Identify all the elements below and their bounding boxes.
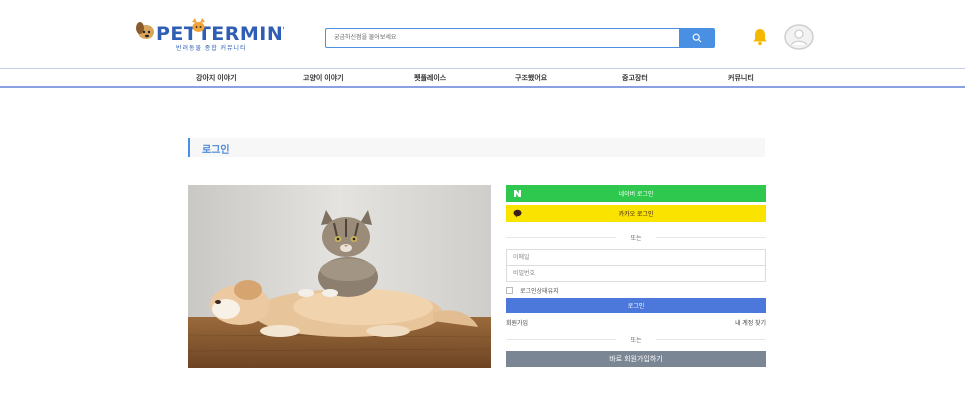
logo-subtitle: 반려동물 종합 커뮤니티 [176, 46, 247, 52]
pets-photo [188, 185, 491, 368]
find-account-link[interactable]: 내 계정 찾기 [735, 318, 766, 327]
nav-item-rescue[interactable]: 구조했어요 [515, 73, 547, 83]
cat-logo-icon [192, 18, 205, 32]
login-title-bar: 로그인 [188, 138, 765, 157]
kakao-chat-icon [513, 209, 522, 218]
nav-item-cat-stories[interactable]: 고양이 이야기 [303, 73, 344, 83]
quick-signup-button[interactable]: 바로 회원가입하기 [506, 351, 766, 367]
nav-item-pet-place[interactable]: 펫플레이스 [414, 73, 446, 83]
cat-and-dog-illustration [188, 185, 491, 368]
search-input[interactable] [325, 28, 679, 48]
kakao-login-button[interactable]: 카카오 로그인 [506, 205, 766, 222]
naver-login-label: 네이버 로그인 [618, 192, 654, 198]
kakao-login-label: 카카오 로그인 [618, 212, 654, 218]
search-icon [692, 33, 702, 43]
signup-link[interactable]: 회원가입 [506, 318, 528, 327]
account-links: 회원가입 내 계정 찾기 [506, 318, 766, 327]
password-field[interactable] [506, 265, 766, 282]
dog-logo-icon [136, 22, 154, 39]
logo-text: PETTERMINT [156, 23, 284, 45]
or-divider-2: 또는 [506, 334, 766, 344]
keep-logged-in-label: 로그인상태유지 [520, 288, 559, 295]
login-button[interactable]: 로그인 [506, 298, 766, 313]
keep-logged-in: 로그인상태유지 [506, 286, 559, 295]
main-nav: 강아지 이야기 고양이 이야기 펫플레이스 구조했어요 중고장터 커뮤니티 [0, 68, 965, 88]
email-field[interactable] [506, 249, 766, 266]
notification-button[interactable] [750, 26, 770, 48]
keep-logged-in-checkbox[interactable] [506, 286, 513, 294]
user-avatar-button[interactable] [783, 23, 815, 51]
search-bar [325, 28, 715, 48]
nav-item-used-market[interactable]: 중고장터 [622, 73, 648, 83]
bell-icon [753, 29, 767, 46]
search-button[interactable] [679, 28, 715, 48]
or-divider: 또는 [506, 232, 766, 242]
nav-item-dog-stories[interactable]: 강아지 이야기 [196, 73, 237, 83]
naver-login-button[interactable]: 네이버 로그인 [506, 185, 766, 202]
user-avatar-icon [784, 24, 814, 50]
naver-n-icon [513, 189, 522, 198]
nav-item-community[interactable]: 커뮤니티 [728, 73, 754, 83]
page-title: 로그인 [202, 145, 230, 156]
